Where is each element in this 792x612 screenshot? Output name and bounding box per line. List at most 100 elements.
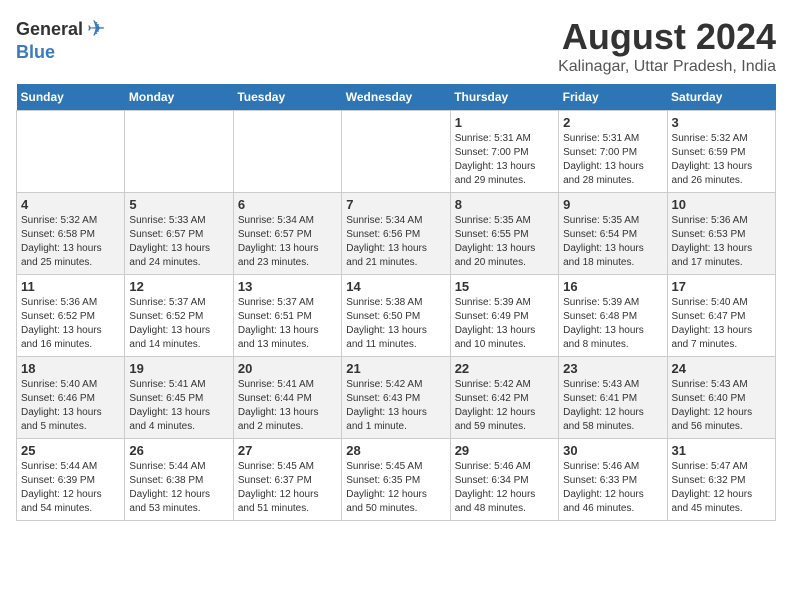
day-number: 29 xyxy=(455,443,554,458)
calendar-cell: 10 Sunrise: 5:36 AM Sunset: 6:53 PM Dayli… xyxy=(667,193,775,275)
calendar-cell: 18 Sunrise: 5:40 AM Sunset: 6:46 PM Dayli… xyxy=(17,357,125,439)
day-number: 9 xyxy=(563,197,662,212)
month-year-title: August 2024 xyxy=(558,16,776,58)
calendar-header-row: SundayMondayTuesdayWednesdayThursdayFrid… xyxy=(17,84,776,111)
day-info: Sunrise: 5:45 AM Sunset: 6:35 PM Dayligh… xyxy=(346,460,445,516)
calendar-cell: 23 Sunrise: 5:43 AM Sunset: 6:41 PM Dayli… xyxy=(559,357,667,439)
day-number: 1 xyxy=(455,115,554,130)
calendar-cell: 8 Sunrise: 5:35 AM Sunset: 6:55 PM Daylig… xyxy=(450,193,558,275)
day-info: Sunrise: 5:40 AM Sunset: 6:47 PM Dayligh… xyxy=(672,296,771,352)
day-info: Sunrise: 5:40 AM Sunset: 6:46 PM Dayligh… xyxy=(21,378,120,434)
calendar-cell: 2Sunrise: 5:31 AM Sunset: 7:00 PM Daylig… xyxy=(559,111,667,193)
day-number: 23 xyxy=(563,361,662,376)
day-number: 11 xyxy=(21,279,120,294)
day-info: Sunrise: 5:35 AM Sunset: 6:55 PM Dayligh… xyxy=(455,214,554,270)
day-info: Sunrise: 5:42 AM Sunset: 6:42 PM Dayligh… xyxy=(455,378,554,434)
calendar-cell: 30 Sunrise: 5:46 AM Sunset: 6:33 PM Dayli… xyxy=(559,439,667,521)
calendar-cell: 7Sunrise: 5:34 AM Sunset: 6:56 PM Daylig… xyxy=(342,193,450,275)
day-number: 13 xyxy=(238,279,337,294)
day-info: Sunrise: 5:37 AM Sunset: 6:51 PM Dayligh… xyxy=(238,296,337,352)
calendar-cell xyxy=(342,111,450,193)
calendar-cell xyxy=(125,111,233,193)
day-number: 25 xyxy=(21,443,120,458)
day-info: Sunrise: 5:33 AM Sunset: 6:57 PM Dayligh… xyxy=(129,214,228,270)
day-number: 17 xyxy=(672,279,771,294)
day-number: 22 xyxy=(455,361,554,376)
calendar-cell: 15 Sunrise: 5:39 AM Sunset: 6:49 PM Dayli… xyxy=(450,275,558,357)
logo-general-text: General xyxy=(16,19,83,40)
logo-blue-text: Blue xyxy=(16,42,55,63)
day-info: Sunrise: 5:39 AM Sunset: 6:49 PM Dayligh… xyxy=(455,296,554,352)
calendar-week-row: 11 Sunrise: 5:36 AM Sunset: 6:52 PM Dayli… xyxy=(17,275,776,357)
day-info: Sunrise: 5:41 AM Sunset: 6:44 PM Dayligh… xyxy=(238,378,337,434)
calendar-cell: 31 Sunrise: 5:47 AM Sunset: 6:32 PM Dayli… xyxy=(667,439,775,521)
calendar-cell: 19 Sunrise: 5:41 AM Sunset: 6:45 PM Dayli… xyxy=(125,357,233,439)
calendar-week-row: 1 Sunrise: 5:31 AM Sunset: 7:00 PM Daylig… xyxy=(17,111,776,193)
calendar-week-row: 25Sunrise: 5:44 AM Sunset: 6:39 PM Dayli… xyxy=(17,439,776,521)
day-of-week-header: Tuesday xyxy=(233,84,341,111)
calendar-cell: 22 Sunrise: 5:42 AM Sunset: 6:42 PM Dayli… xyxy=(450,357,558,439)
calendar-cell: 1 Sunrise: 5:31 AM Sunset: 7:00 PM Daylig… xyxy=(450,111,558,193)
logo-bird-icon: ✈ xyxy=(87,16,105,42)
title-section: August 2024 Kalinagar, Uttar Pradesh, In… xyxy=(558,16,776,76)
calendar-cell: 25Sunrise: 5:44 AM Sunset: 6:39 PM Dayli… xyxy=(17,439,125,521)
day-info: Sunrise: 5:31 AM Sunset: 7:00 PM Dayligh… xyxy=(563,132,662,188)
day-number: 24 xyxy=(672,361,771,376)
calendar-cell: 4Sunrise: 5:32 AM Sunset: 6:58 PM Daylig… xyxy=(17,193,125,275)
calendar-table: SundayMondayTuesdayWednesdayThursdayFrid… xyxy=(16,84,776,521)
day-info: Sunrise: 5:43 AM Sunset: 6:41 PM Dayligh… xyxy=(563,378,662,434)
day-info: Sunrise: 5:36 AM Sunset: 6:53 PM Dayligh… xyxy=(672,214,771,270)
calendar-cell: 3 Sunrise: 5:32 AM Sunset: 6:59 PM Daylig… xyxy=(667,111,775,193)
day-number: 20 xyxy=(238,361,337,376)
day-number: 31 xyxy=(672,443,771,458)
calendar-cell: 24 Sunrise: 5:43 AM Sunset: 6:40 PM Dayli… xyxy=(667,357,775,439)
day-number: 15 xyxy=(455,279,554,294)
calendar-cell: 26Sunrise: 5:44 AM Sunset: 6:38 PM Dayli… xyxy=(125,439,233,521)
day-number: 3 xyxy=(672,115,771,130)
day-number: 6 xyxy=(238,197,337,212)
day-number: 14 xyxy=(346,279,445,294)
calendar-cell: 5 Sunrise: 5:33 AM Sunset: 6:57 PM Daylig… xyxy=(125,193,233,275)
calendar-cell xyxy=(233,111,341,193)
day-info: Sunrise: 5:32 AM Sunset: 6:59 PM Dayligh… xyxy=(672,132,771,188)
calendar-cell: 17 Sunrise: 5:40 AM Sunset: 6:47 PM Dayli… xyxy=(667,275,775,357)
day-of-week-header: Friday xyxy=(559,84,667,111)
calendar-cell: 12 Sunrise: 5:37 AM Sunset: 6:52 PM Dayli… xyxy=(125,275,233,357)
day-info: Sunrise: 5:47 AM Sunset: 6:32 PM Dayligh… xyxy=(672,460,771,516)
day-info: Sunrise: 5:46 AM Sunset: 6:33 PM Dayligh… xyxy=(563,460,662,516)
calendar-cell: 28 Sunrise: 5:45 AM Sunset: 6:35 PM Dayli… xyxy=(342,439,450,521)
day-info: Sunrise: 5:46 AM Sunset: 6:34 PM Dayligh… xyxy=(455,460,554,516)
day-info: Sunrise: 5:41 AM Sunset: 6:45 PM Dayligh… xyxy=(129,378,228,434)
day-number: 10 xyxy=(672,197,771,212)
day-number: 18 xyxy=(21,361,120,376)
calendar-cell: 14 Sunrise: 5:38 AM Sunset: 6:50 PM Dayli… xyxy=(342,275,450,357)
day-info: Sunrise: 5:45 AM Sunset: 6:37 PM Dayligh… xyxy=(238,460,337,516)
day-info: Sunrise: 5:35 AM Sunset: 6:54 PM Dayligh… xyxy=(563,214,662,270)
day-number: 16 xyxy=(563,279,662,294)
calendar-cell: 11 Sunrise: 5:36 AM Sunset: 6:52 PM Dayli… xyxy=(17,275,125,357)
calendar-cell: 6Sunrise: 5:34 AM Sunset: 6:57 PM Daylig… xyxy=(233,193,341,275)
day-info: Sunrise: 5:37 AM Sunset: 6:52 PM Dayligh… xyxy=(129,296,228,352)
day-number: 8 xyxy=(455,197,554,212)
day-info: Sunrise: 5:36 AM Sunset: 6:52 PM Dayligh… xyxy=(21,296,120,352)
day-number: 30 xyxy=(563,443,662,458)
day-info: Sunrise: 5:31 AM Sunset: 7:00 PM Dayligh… xyxy=(455,132,554,188)
day-number: 28 xyxy=(346,443,445,458)
day-number: 5 xyxy=(129,197,228,212)
location-subtitle: Kalinagar, Uttar Pradesh, India xyxy=(558,58,776,76)
day-number: 12 xyxy=(129,279,228,294)
day-of-week-header: Sunday xyxy=(17,84,125,111)
day-of-week-header: Wednesday xyxy=(342,84,450,111)
day-info: Sunrise: 5:32 AM Sunset: 6:58 PM Dayligh… xyxy=(21,214,120,270)
calendar-week-row: 18 Sunrise: 5:40 AM Sunset: 6:46 PM Dayli… xyxy=(17,357,776,439)
day-number: 26 xyxy=(129,443,228,458)
day-number: 7 xyxy=(346,197,445,212)
day-number: 19 xyxy=(129,361,228,376)
logo: General ✈ Blue xyxy=(16,16,105,63)
day-info: Sunrise: 5:42 AM Sunset: 6:43 PM Dayligh… xyxy=(346,378,445,434)
day-info: Sunrise: 5:43 AM Sunset: 6:40 PM Dayligh… xyxy=(672,378,771,434)
calendar-cell: 16 Sunrise: 5:39 AM Sunset: 6:48 PM Dayli… xyxy=(559,275,667,357)
calendar-cell: 27Sunrise: 5:45 AM Sunset: 6:37 PM Dayli… xyxy=(233,439,341,521)
day-info: Sunrise: 5:39 AM Sunset: 6:48 PM Dayligh… xyxy=(563,296,662,352)
day-info: Sunrise: 5:38 AM Sunset: 6:50 PM Dayligh… xyxy=(346,296,445,352)
